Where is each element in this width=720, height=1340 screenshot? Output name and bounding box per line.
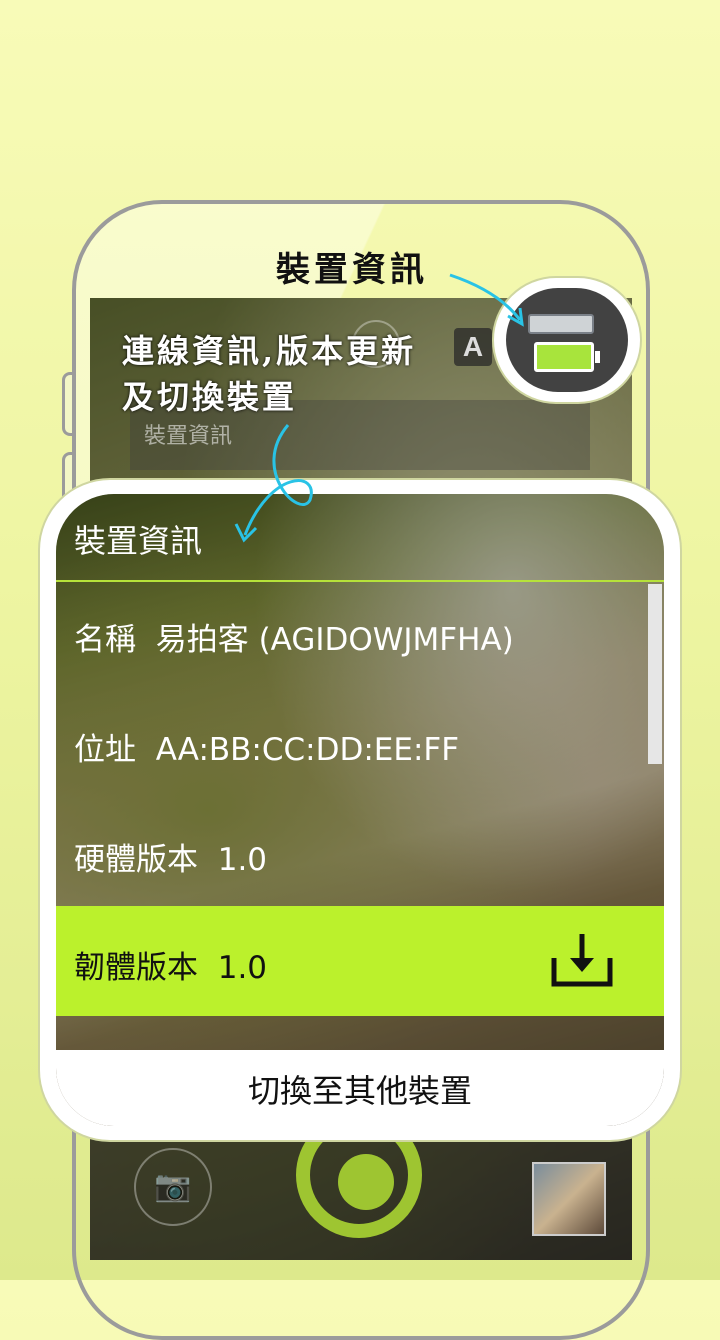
annotation-line-2: 及切換裝置: [122, 378, 298, 416]
background-menu-label: 裝置資訊: [144, 424, 233, 449]
camera-bottom-bar: 📷: [90, 1112, 632, 1260]
hardware-version-row: 硬體版本 1.0: [74, 834, 267, 879]
switch-device-button[interactable]: 切換至其他裝置: [56, 1050, 664, 1126]
firmware-version-text: 韌體版本 1.0: [74, 942, 267, 987]
usb-icon: [528, 314, 594, 334]
device-address-row: 位址 AA:BB:CC:DD:EE:FF: [74, 724, 459, 769]
firmware-version-value: 1.0: [217, 950, 268, 986]
device-name-row: 名稱 易拍客 (AGIDOWJMFHA): [74, 614, 514, 659]
hardware-version-label: 硬體版本: [74, 842, 198, 878]
firmware-version-row[interactable]: 韌體版本 1.0: [56, 906, 664, 1016]
battery-callout-inner[interactable]: [506, 288, 628, 392]
auto-mode-badge[interactable]: A: [454, 328, 492, 366]
battery-callout: [494, 278, 640, 402]
shutter-inner: [338, 1154, 394, 1210]
dialog-title: 裝置資訊: [74, 522, 203, 560]
dialog-body: 裝置資訊 名稱 易拍客 (AGIDOWJMFHA) 位址 AA:BB:CC:DD…: [56, 494, 664, 1126]
dialog-scrollbar[interactable]: [648, 584, 662, 764]
camera-icon[interactable]: 📷: [134, 1148, 212, 1226]
device-address-label: 位址: [74, 732, 136, 768]
hardware-version-value: 1.0: [217, 842, 268, 878]
battery-icon: [534, 342, 600, 372]
dialog-divider: [56, 580, 664, 582]
switch-device-label: 切換至其他裝置: [247, 1072, 472, 1110]
gallery-thumbnail[interactable]: [532, 1162, 606, 1236]
annotation-line-1: 連線資訊,版本更新: [122, 332, 417, 370]
device-name-label: 名稱: [74, 622, 136, 658]
dialog-veil: [56, 494, 664, 1126]
device-address-value: AA:BB:CC:DD:EE:FF: [155, 732, 460, 768]
firmware-version-label: 韌體版本: [74, 950, 198, 986]
device-name-value: 易拍客 (AGIDOWJMFHA): [155, 622, 514, 658]
download-icon[interactable]: [550, 930, 614, 990]
device-info-dialog: 裝置資訊 名稱 易拍客 (AGIDOWJMFHA) 位址 AA:BB:CC:DD…: [40, 480, 680, 1140]
annotation-device-info: 裝置資訊: [276, 250, 428, 290]
